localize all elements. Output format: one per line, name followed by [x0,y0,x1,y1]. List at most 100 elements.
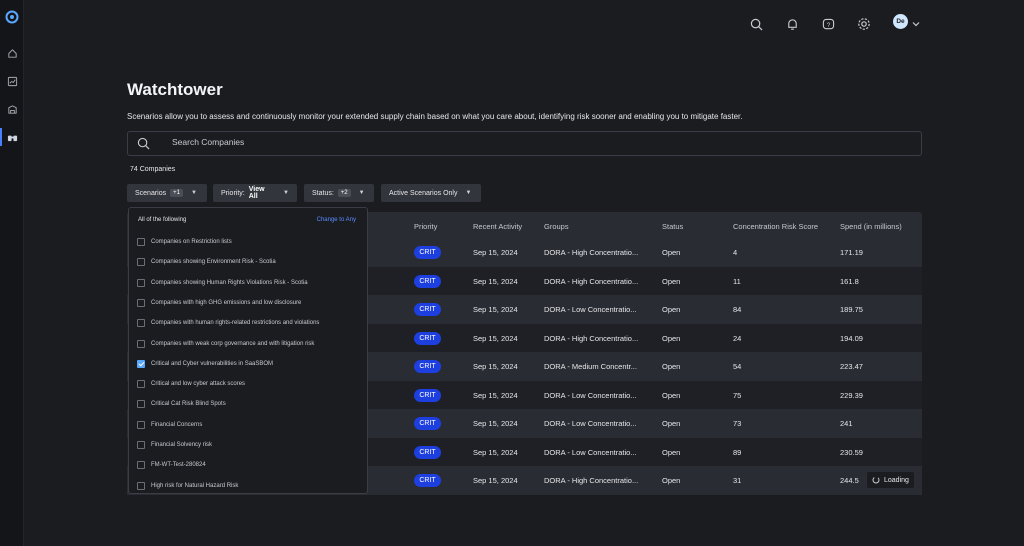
scenario-option[interactable]: Companies showing Human Rights Violation… [137,277,308,289]
checkbox[interactable] [137,359,145,368]
page-title: Watchtower [127,80,223,99]
priority-filter-label: Priority: [221,189,245,197]
recent-activity-cell: Sep 15, 2024 [473,362,518,371]
scenario-option[interactable]: Companies with high GHG emissions and lo… [137,297,301,309]
checkbox[interactable] [137,238,145,246]
scenario-option[interactable]: Companies with weak corp governance and … [137,338,314,350]
group-cell: DORA - High Concentratio... [544,476,639,485]
sidebar-item-companies[interactable] [5,102,19,116]
priority-badge: CRIT [414,445,441,459]
checkbox[interactable] [137,298,145,307]
building-icon [7,104,17,114]
scenario-option-label: High risk for Natural Hazard Risk [151,482,239,489]
scenario-option[interactable]: FM-WT-Test-280824 [137,459,206,471]
recent-activity-cell: Sep 15, 2024 [473,305,518,314]
checkbox[interactable] [137,441,145,449]
checkbox[interactable] [137,339,145,348]
checkbox[interactable] [137,278,145,287]
scenario-option-label: Financial Solvency risk [151,442,213,448]
status-filter-button[interactable]: Status: +2 ▼ [304,184,374,202]
scenario-option[interactable]: Financial Concerns [137,419,202,431]
priority-badge: CRIT [414,417,441,430]
group-cell: DORA - Low Concentratio... [544,305,637,314]
caret-down-icon: ▼ [358,190,365,196]
priority-badge: CRIT [414,388,441,402]
brand-logo-icon[interactable] [5,10,19,24]
status-cell: Open [662,447,681,457]
status-cell: Open [662,333,681,343]
avatar-initials: De [896,18,905,25]
checkbox[interactable] [137,380,145,389]
search-bar[interactable] [127,131,922,156]
status-cell: Open [662,390,681,400]
column-header-concentration-risk-score[interactable]: Concentration Risk Score [733,222,818,231]
scenario-option[interactable]: Critical and low cyber attack scores [137,378,245,390]
help-icon[interactable]: ? [820,16,836,32]
checkbox[interactable] [137,461,145,470]
scenarios-filter-button[interactable]: Scenarios +1 ▼ [127,184,207,202]
scenario-option-label: Financial Concerns [151,421,203,428]
sidebar-item-watchtower[interactable] [0,128,19,146]
status-filter-label: Status: [312,189,334,197]
chart-icon [7,76,17,86]
change-to-any-link[interactable]: Change to Any [317,217,356,223]
scenario-option-label: Critical and low cyber attack scores [151,381,246,388]
group-cell: DORA - Medium Concentr... [544,362,637,371]
spend-cell: 161.8 [840,276,859,286]
checkbox[interactable] [137,258,145,267]
search-icon [137,137,150,152]
priority-filter-value: View All [248,186,265,200]
spend-cell: 229.39 [840,390,863,400]
scenario-option[interactable]: Critical and Cyber vulnerabilities in Sa… [137,358,273,370]
column-header-status[interactable]: Status [662,222,683,231]
column-header-spend[interactable]: Spend (in millions) [840,222,902,231]
loading-label: Loading [884,476,909,484]
caret-down-icon: ▼ [283,190,289,196]
checkbox[interactable] [137,481,145,490]
svg-text:?: ? [826,21,830,28]
column-header-priority[interactable]: Priority [414,222,437,231]
recent-activity-cell: Sep 15, 2024 [473,248,518,257]
scenario-option[interactable]: Companies on Restriction lists [137,236,232,248]
scenarios-filter-badge: +1 [170,189,183,197]
search-icon[interactable] [748,16,764,32]
recent-activity-cell: Sep 15, 2024 [473,276,518,286]
group-cell: DORA - Low Concentratio... [544,390,637,400]
checkbox[interactable] [137,319,145,328]
binoculars-icon [7,135,17,141]
company-count: 74 Companies [130,166,176,173]
risk-score-cell: 89 [733,447,742,457]
scenario-option[interactable]: Companies showing Environment Risk - Sco… [137,256,276,268]
risk-score-cell: 31 [733,476,742,485]
risk-score-cell: 54 [733,362,742,371]
spend-cell: 241 [840,419,853,428]
checkbox[interactable] [137,400,145,409]
scenario-option[interactable]: Critical Cat Risk Blind Spots [137,398,226,410]
scenario-option[interactable]: Companies with human rights-related rest… [137,317,319,329]
recent-activity-cell: Sep 15, 2024 [473,419,518,428]
avatar[interactable]: De [893,14,908,29]
column-header-recent-activity[interactable]: Recent Activity [473,222,522,231]
risk-score-cell: 75 [733,390,742,400]
scenario-option[interactable]: High risk for Natural Hazard Risk [137,480,238,492]
spend-cell: 189.75 [840,305,863,314]
chevron-down-icon[interactable] [911,16,921,32]
search-input[interactable] [172,137,772,147]
spend-cell: 194.09 [840,333,863,343]
group-cell: DORA - Low Concentratio... [544,419,637,428]
status-cell: Open [662,362,681,371]
scenario-option[interactable]: Financial Solvency risk [137,439,212,451]
risk-score-cell: 73 [733,419,742,428]
bell-icon[interactable] [784,16,800,32]
group-cell: DORA - High Concentratio... [544,333,639,343]
checkbox[interactable] [137,420,145,429]
caret-down-icon: ▼ [190,190,197,196]
column-header-groups[interactable]: Groups [544,222,569,231]
sidebar-item-analytics[interactable] [5,74,19,88]
scenario-option-label: Companies with human rights-related rest… [151,320,320,327]
priority-filter-button[interactable]: Priority: View All ▼ [213,184,297,202]
sidebar-item-home[interactable] [5,46,19,60]
gear-icon[interactable] [856,16,872,32]
active-scenarios-filter-button[interactable]: Active Scenarios Only ▼ [381,184,481,202]
scenario-option-label: Companies with weak corp governance and … [151,340,315,347]
